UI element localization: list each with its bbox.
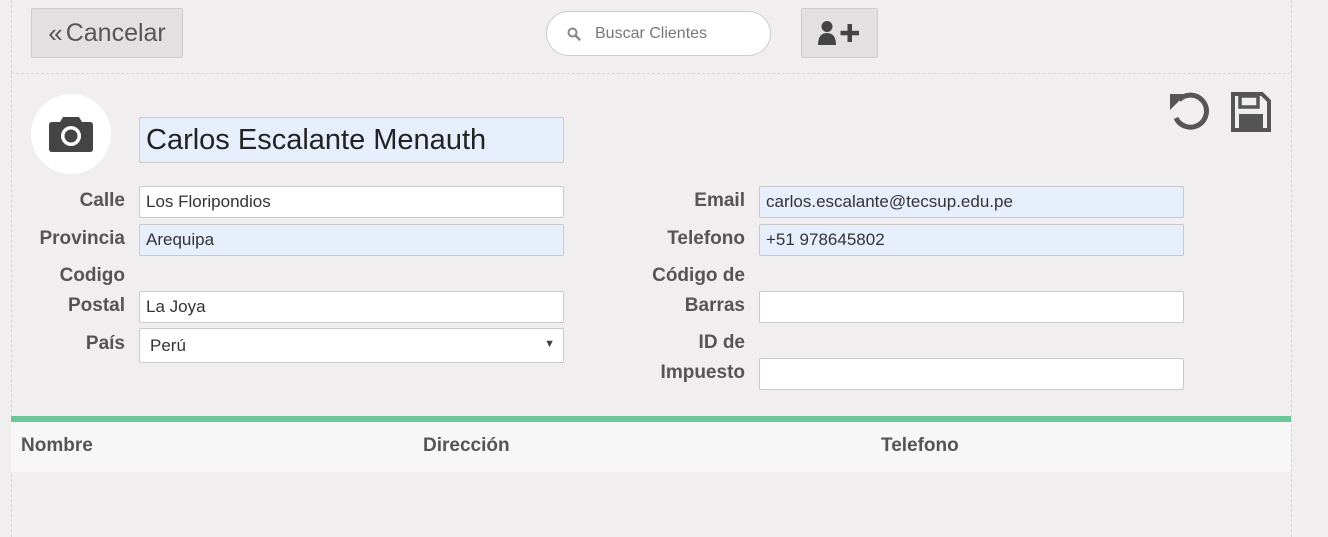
tax-id-field[interactable] (759, 358, 1184, 390)
phone-field[interactable] (759, 224, 1184, 256)
phone-label: Telefono (667, 228, 745, 249)
tax-id-label-line1: ID de (698, 332, 745, 353)
add-customer-button[interactable] (801, 8, 878, 58)
table-header (11, 422, 1291, 472)
search-box[interactable] (546, 11, 771, 56)
postal-code-field[interactable] (139, 291, 564, 323)
postal-code-label: Codigo Postal (20, 261, 125, 321)
user-plus-icon (817, 21, 859, 45)
column-header-address[interactable]: Dirección (423, 435, 510, 457)
street-label: Calle (79, 190, 125, 211)
tax-id-label: ID de Impuesto (600, 328, 745, 388)
layout-divider-right (1291, 0, 1292, 537)
province-label: Provincia (39, 228, 125, 249)
barcode-field[interactable] (759, 291, 1184, 323)
cancel-button[interactable]: « Cancelar (31, 8, 183, 58)
customer-name-input[interactable] (139, 117, 564, 163)
country-select[interactable]: Perú ▼ (139, 328, 564, 363)
street-field[interactable] (139, 186, 564, 218)
barcode-label-line2: Barras (684, 295, 745, 316)
search-input[interactable] (593, 23, 757, 44)
undo-button[interactable] (1168, 90, 1212, 139)
cancel-label: Cancelar (65, 18, 166, 47)
country-label: País (85, 333, 125, 354)
postal-code-label-line1: Codigo (59, 265, 125, 286)
country-select-value: Perú (150, 335, 186, 355)
save-icon (1231, 92, 1271, 132)
camera-icon (49, 117, 93, 152)
caret-down-icon: ▼ (544, 338, 555, 350)
search-icon (567, 27, 581, 41)
undo-icon (1170, 92, 1209, 130)
tax-id-label-line2: Impuesto (660, 362, 745, 383)
save-button[interactable] (1230, 91, 1272, 138)
barcode-label: Código de Barras (600, 261, 745, 321)
email-field[interactable] (759, 186, 1184, 218)
column-header-name[interactable]: Nombre (21, 435, 93, 457)
postal-code-label-line2: Postal (67, 295, 125, 316)
email-label: Email (694, 190, 745, 211)
header-divider (11, 73, 1291, 74)
customer-avatar[interactable] (31, 94, 111, 174)
barcode-label-line1: Código de (652, 265, 745, 286)
province-field[interactable] (139, 224, 564, 256)
column-header-phone[interactable]: Telefono (881, 435, 959, 457)
angle-double-left-icon: « (48, 17, 63, 48)
